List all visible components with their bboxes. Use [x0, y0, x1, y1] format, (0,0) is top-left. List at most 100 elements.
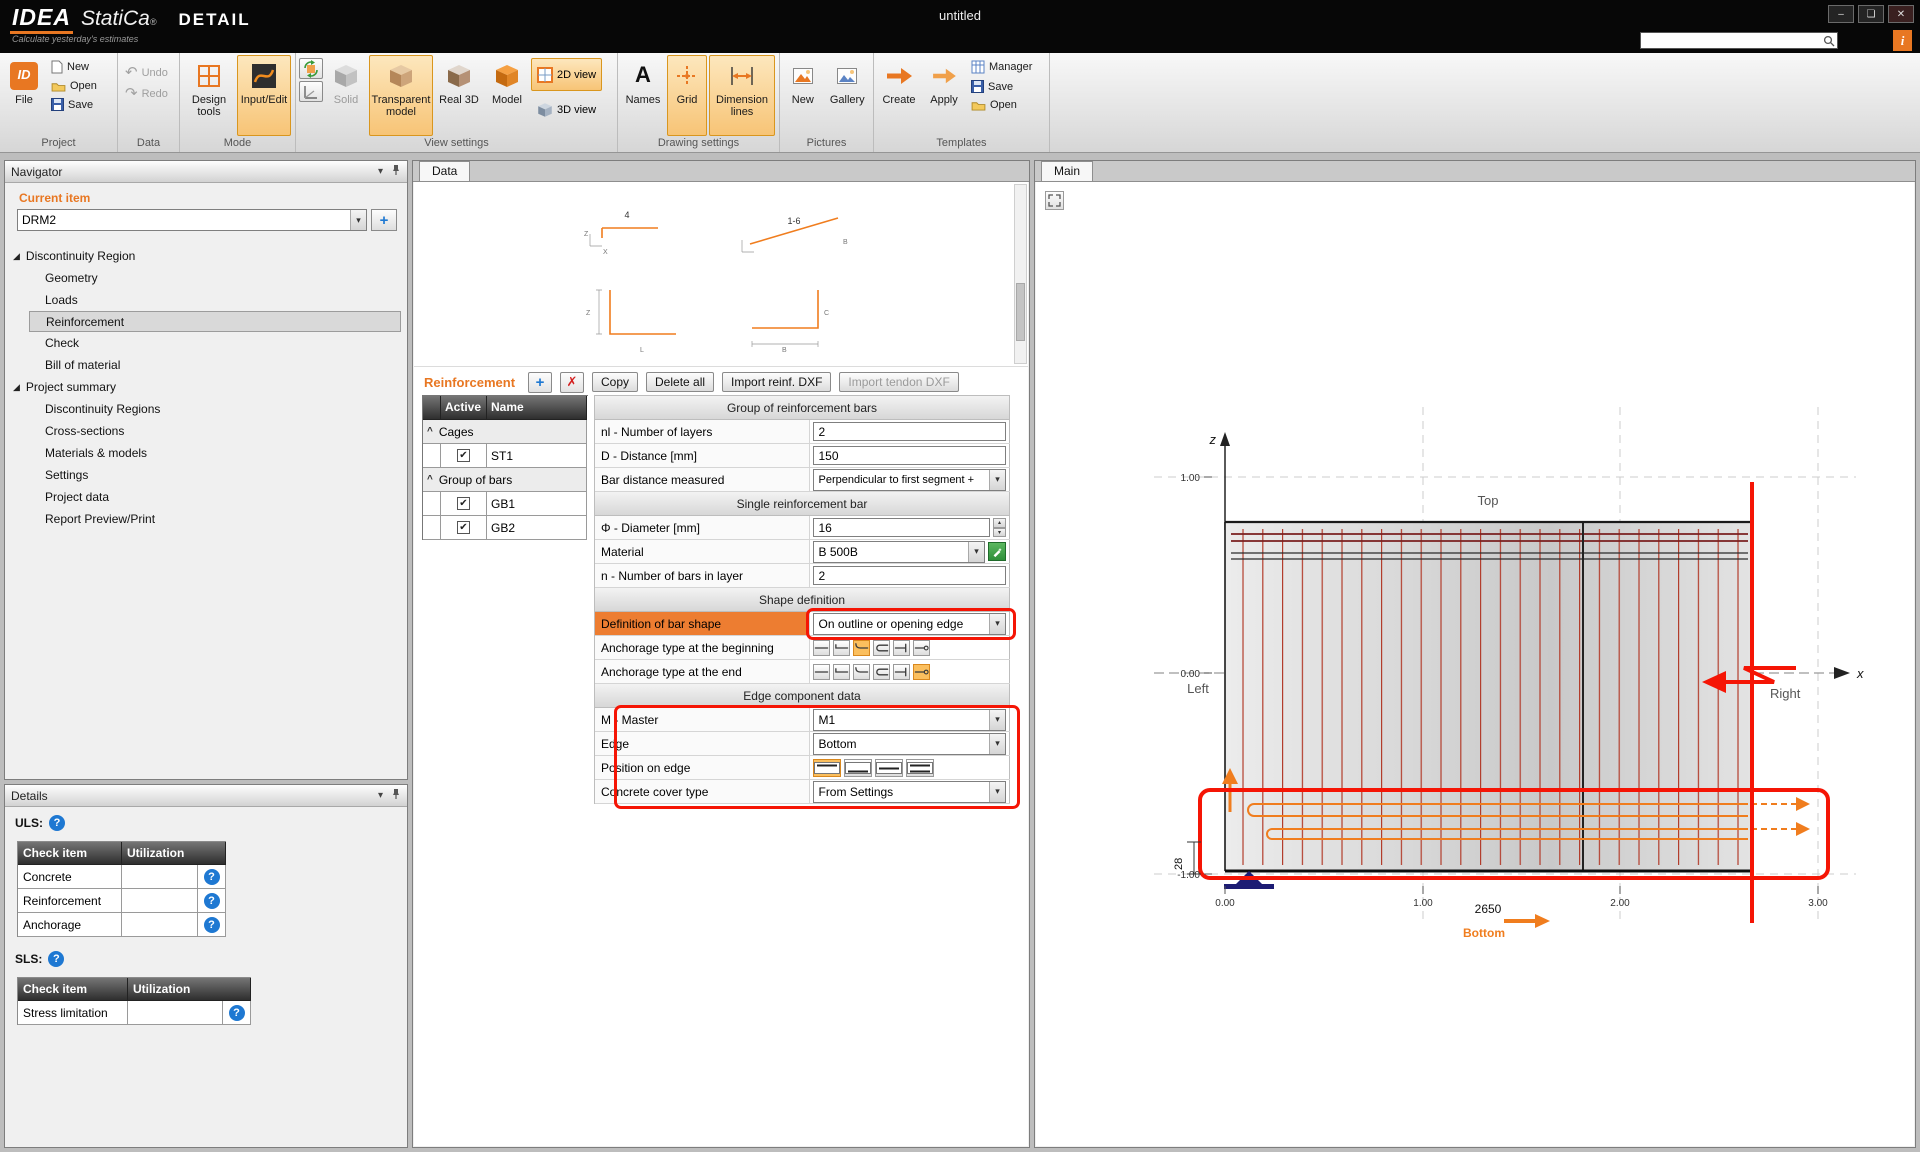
help-icon[interactable]: ?	[204, 869, 220, 885]
dimension-lines-button[interactable]: Dimension lines	[709, 55, 775, 136]
help-icon[interactable]: ?	[49, 815, 65, 831]
tree-item-settings[interactable]: Settings	[5, 464, 407, 486]
model-button[interactable]: Model	[485, 55, 529, 136]
expander-icon[interactable]: ◢	[13, 382, 20, 393]
position-middle-icon[interactable]	[875, 759, 903, 777]
spin-down-icon[interactable]: ▾	[993, 528, 1006, 538]
axes-view-button[interactable]	[299, 81, 323, 102]
tree-item-reinforcement[interactable]: Reinforcement	[29, 311, 401, 332]
tree-item-discontinuity-regions[interactable]: Discontinuity Regions	[5, 398, 407, 420]
anchorage-straight-icon[interactable]	[813, 664, 830, 680]
solid-button[interactable]: Solid	[325, 55, 367, 136]
tree-item-project-data[interactable]: Project data	[5, 486, 407, 508]
template-manager-button[interactable]: Manager	[967, 58, 1036, 76]
help-icon[interactable]: ?	[204, 917, 220, 933]
minimize-button[interactable]: –	[1828, 5, 1854, 23]
tree-node-discontinuity-region[interactable]: ◢Discontinuity Region	[5, 245, 407, 267]
collapse-caret-icon[interactable]: ^	[427, 426, 433, 437]
anchorage-straight-icon[interactable]	[813, 640, 830, 656]
bar-distance-dropdown[interactable]: Perpendicular to first segment +▾	[813, 469, 1006, 491]
diameter-input[interactable]	[813, 518, 990, 537]
redo-button[interactable]: ↷ Redo	[121, 84, 172, 103]
scrollbar-thumb[interactable]	[1016, 283, 1025, 341]
tree-node-project-summary[interactable]: ◢Project summary	[5, 376, 407, 398]
edit-material-button[interactable]	[988, 542, 1006, 561]
names-button[interactable]: A Names	[621, 55, 665, 136]
anchorage-plate-icon[interactable]	[893, 640, 910, 656]
anchorage-hook-icon[interactable]	[853, 640, 870, 656]
save-project-button[interactable]: Save	[47, 96, 101, 113]
pin-icon[interactable]	[391, 164, 401, 179]
anchorage-loop-icon[interactable]	[873, 640, 890, 656]
tab-main[interactable]: Main	[1041, 161, 1093, 181]
refresh-view-button[interactable]	[299, 58, 323, 79]
grid-button[interactable]: Grid	[667, 55, 707, 136]
picture-new-button[interactable]: New	[783, 55, 823, 136]
concrete-cover-dropdown[interactable]: From Settings▾	[813, 781, 1006, 803]
anchorage-loop-icon[interactable]	[873, 664, 890, 680]
checkbox-gb2[interactable]: ✔	[457, 521, 470, 534]
master-dropdown[interactable]: M1▾	[813, 709, 1006, 731]
import-reinf-dxf-button[interactable]: Import reinf. DXF	[722, 372, 831, 392]
search-input[interactable]	[1641, 33, 1821, 48]
template-open-button[interactable]: Open	[967, 97, 1036, 113]
collapse-icon[interactable]: ▾	[378, 790, 383, 801]
anchorage-plate-icon[interactable]	[893, 664, 910, 680]
expander-icon[interactable]: ◢	[13, 251, 20, 262]
tab-data[interactable]: Data	[419, 161, 470, 181]
tree-item-loads[interactable]: Loads	[5, 289, 407, 311]
nl-input[interactable]	[813, 422, 1006, 441]
real-3d-button[interactable]: Real 3D	[435, 55, 483, 136]
import-tendon-dxf-button[interactable]: Import tendon DXF	[839, 372, 958, 392]
tree-item-check[interactable]: Check	[5, 332, 407, 354]
copy-button[interactable]: Copy	[592, 372, 638, 392]
edge-dropdown[interactable]: Bottom▾	[813, 733, 1006, 755]
row-name-gb2[interactable]: GB2	[487, 516, 587, 540]
template-save-button[interactable]: Save	[967, 78, 1036, 95]
help-icon[interactable]: ?	[48, 951, 64, 967]
anchorage-bend-icon[interactable]	[833, 664, 850, 680]
anchorage-continuous-icon[interactable]	[913, 664, 930, 680]
anchorage-hook-icon[interactable]	[853, 664, 870, 680]
add-item-button[interactable]: +	[371, 209, 397, 231]
design-tools-button[interactable]: Design tools	[183, 55, 235, 136]
info-button[interactable]: i	[1893, 30, 1912, 51]
template-create-button[interactable]: Create	[877, 55, 921, 136]
gallery-button[interactable]: Gallery	[825, 55, 870, 136]
delete-all-button[interactable]: Delete all	[646, 372, 714, 392]
tree-item-report-preview-print[interactable]: Report Preview/Print	[5, 508, 407, 530]
position-bottom-icon[interactable]	[844, 759, 872, 777]
distance-input[interactable]	[813, 446, 1006, 465]
new-project-button[interactable]: New	[47, 58, 101, 76]
tree-item-geometry[interactable]: Geometry	[5, 267, 407, 289]
file-button[interactable]: ID File	[3, 55, 45, 136]
checkbox-gb1[interactable]: ✔	[457, 497, 470, 510]
search-icon[interactable]	[1821, 35, 1837, 47]
structure-drawing[interactable]: x z	[1036, 182, 1914, 1146]
pin-icon[interactable]	[391, 788, 401, 803]
material-dropdown[interactable]: B 500B▾	[813, 541, 985, 563]
position-top-icon[interactable]	[813, 759, 841, 777]
row-name-st1[interactable]: ST1	[487, 444, 587, 468]
row-name-gb1[interactable]: GB1	[487, 492, 587, 516]
preview-scrollbar[interactable]	[1014, 184, 1027, 364]
anchorage-bend-icon[interactable]	[833, 640, 850, 656]
delete-reinforcement-button[interactable]: ✗	[560, 372, 584, 393]
group-row-bars[interactable]: ^Group of bars	[423, 468, 587, 492]
current-item-dropdown[interactable]: DRM2 ▾	[17, 209, 367, 231]
view-2d-button[interactable]: 2D view	[531, 58, 602, 91]
collapse-icon[interactable]: ▾	[378, 166, 383, 177]
close-button[interactable]: ✕	[1888, 5, 1914, 23]
tree-item-bill-of-material[interactable]: Bill of material	[5, 354, 407, 376]
anchorage-continuous-icon[interactable]	[913, 640, 930, 656]
view-3d-button[interactable]: 3D view	[531, 93, 602, 126]
zoom-extents-button[interactable]	[1045, 191, 1064, 210]
input-edit-button[interactable]: Input/Edit	[237, 55, 291, 136]
spin-up-icon[interactable]: ▴	[993, 518, 1006, 528]
tree-item-materials-models[interactable]: Materials & models	[5, 442, 407, 464]
diameter-stepper[interactable]: ▴▾	[993, 518, 1006, 537]
beam[interactable]	[1225, 522, 1751, 871]
shape-definition-dropdown[interactable]: On outline or opening edge▾	[813, 613, 1006, 635]
group-row-cages[interactable]: ^Cages	[423, 420, 587, 444]
bars-in-layer-input[interactable]	[813, 566, 1006, 585]
